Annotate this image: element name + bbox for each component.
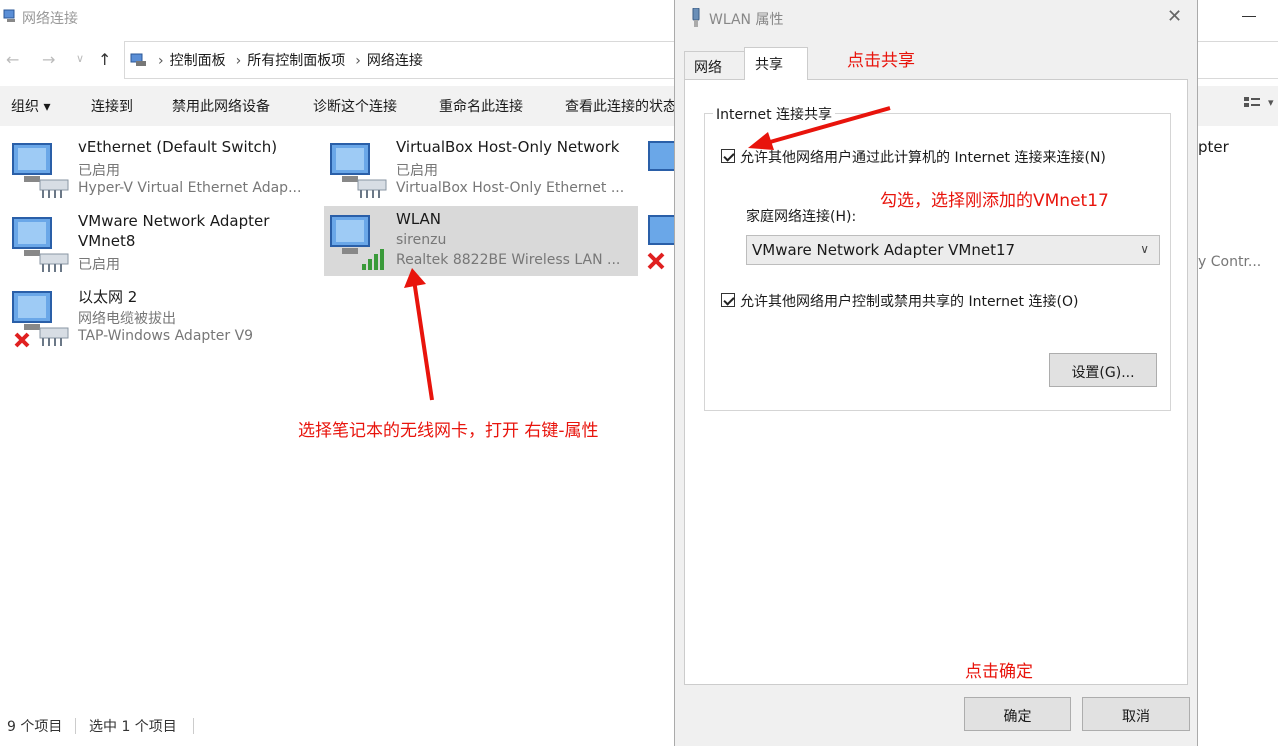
- adapter-name: VirtualBox Host-Only Network: [396, 138, 620, 156]
- adapter-name: 以太网 2: [78, 288, 138, 306]
- close-icon[interactable]: ✕: [1167, 6, 1182, 27]
- network-adapter-icon: [12, 143, 69, 198]
- wireless-adapter-icon: [330, 215, 384, 270]
- diagnose-button[interactable]: 诊断这个连接: [313, 96, 397, 116]
- view-status-button[interactable]: 查看此连接的状态: [565, 96, 677, 116]
- connect-to-button[interactable]: 连接到: [91, 96, 133, 116]
- wireless-device-icon: [692, 8, 700, 27]
- adapter-status: sirenzu: [396, 232, 447, 248]
- allow-control-checkbox[interactable]: [721, 293, 735, 307]
- partial-adapter-device: y Contr...: [1198, 254, 1262, 270]
- ok-button[interactable]: 确定: [964, 697, 1071, 731]
- network-folder-icon: [130, 53, 146, 66]
- disconnected-adapter-icon: [647, 215, 676, 270]
- annotation-check-select: 勾选，选择刚添加的VMnet17: [880, 191, 1109, 211]
- status-bar: 9 个项目 选中 1 个项目: [0, 708, 680, 738]
- adapter-status: 已启用: [396, 163, 438, 179]
- organize-button[interactable]: 组织 ▾: [11, 96, 50, 116]
- allow-share-checkbox[interactable]: [721, 149, 735, 163]
- home-network-select[interactable]: VMware Network Adapter VMnet17 ∨: [746, 235, 1160, 265]
- network-adapter-icon: [648, 141, 676, 171]
- chevron-down-icon: ∨: [1140, 242, 1149, 256]
- crumb-all-items[interactable]: 所有控制面板项: [247, 53, 345, 69]
- view-options-icon[interactable]: [1243, 96, 1261, 112]
- adapter-name: WLAN: [396, 210, 442, 228]
- adapter-virtualbox[interactable]: VirtualBox Host-Only Network 已启用 Virtual…: [324, 134, 638, 202]
- adapter-vmnet8[interactable]: VMware Network Adapter VMnet8 已启用: [6, 208, 316, 276]
- dialog-title: WLAN 属性: [709, 12, 784, 28]
- selected-count: 选中 1 个项目: [89, 719, 177, 735]
- adapter-status: 已启用: [78, 257, 120, 273]
- annotation-click-share: 点击共享: [847, 51, 915, 71]
- up-arrow-icon[interactable]: ↑: [98, 50, 111, 69]
- adapter-vethernet[interactable]: vEthernet (Default Switch) 已启用 Hyper-V V…: [6, 134, 316, 202]
- network-adapter-icon: [12, 217, 69, 272]
- adapter-name: VMware Network Adapter: [78, 212, 270, 230]
- allow-control-label: 允许其他网络用户控制或禁用共享的 Internet 连接(O): [740, 294, 1079, 310]
- crumb-control-panel[interactable]: 控制面板: [170, 53, 226, 69]
- view-chevron-icon[interactable]: ▾: [1268, 96, 1274, 109]
- adapter-wlan[interactable]: WLAN sirenzu Realtek 8822BE Wireless LAN…: [324, 206, 638, 276]
- home-network-value: VMware Network Adapter VMnet17: [752, 241, 1016, 259]
- adapter-device: Hyper-V Virtual Ethernet Adap...: [78, 180, 302, 196]
- cancel-button[interactable]: 取消: [1082, 697, 1190, 731]
- breadcrumb: › 控制面板 › 所有控制面板项 › 网络连接: [130, 50, 429, 70]
- annotation-select-wireless: 选择笔记本的无线网卡，打开 右键-属性: [298, 421, 599, 441]
- adapter-name-line2: VMnet8: [78, 232, 136, 250]
- network-adapter-icon: [330, 143, 387, 198]
- tab-sharing[interactable]: 共享: [744, 47, 808, 80]
- rename-button[interactable]: 重命名此连接: [439, 96, 523, 116]
- adapter-status: 已启用: [78, 163, 120, 179]
- back-arrow-icon[interactable]: ←: [6, 50, 19, 69]
- recent-chevron-icon[interactable]: ∨: [76, 52, 84, 65]
- adapter-name: vEthernet (Default Switch): [78, 138, 278, 156]
- network-connections-icon: [3, 9, 15, 22]
- forward-arrow-icon[interactable]: →: [42, 50, 55, 69]
- disable-device-button[interactable]: 禁用此网络设备: [172, 96, 270, 116]
- adapter-status: 网络电缆被拔出: [78, 311, 176, 327]
- settings-button[interactable]: 设置(G)...: [1049, 353, 1157, 387]
- tab-network[interactable]: 网络: [684, 51, 746, 79]
- disconnected-adapter-icon: [12, 291, 69, 348]
- item-count: 9 个项目: [7, 719, 63, 735]
- adapter-ethernet2[interactable]: 以太网 2 网络电缆被拔出 TAP-Windows Adapter V9: [6, 282, 316, 350]
- adapter-device: VirtualBox Host-Only Ethernet ...: [396, 180, 625, 196]
- explorer-title: 网络连接: [22, 11, 78, 27]
- annotation-click-ok: 点击确定: [965, 662, 1033, 682]
- annotation-arrow-up: [404, 268, 434, 401]
- home-network-label: 家庭网络连接(H):: [746, 209, 857, 225]
- annotation-arrow-checkbox: [748, 106, 891, 150]
- adapter-device: TAP-Windows Adapter V9: [78, 328, 254, 344]
- adapter-device: Realtek 8822BE Wireless LAN ...: [396, 252, 621, 268]
- crumb-network-connections[interactable]: 网络连接: [367, 53, 423, 69]
- minimize-button[interactable]: [1242, 16, 1256, 17]
- partial-adapter-name: pter: [1198, 138, 1229, 156]
